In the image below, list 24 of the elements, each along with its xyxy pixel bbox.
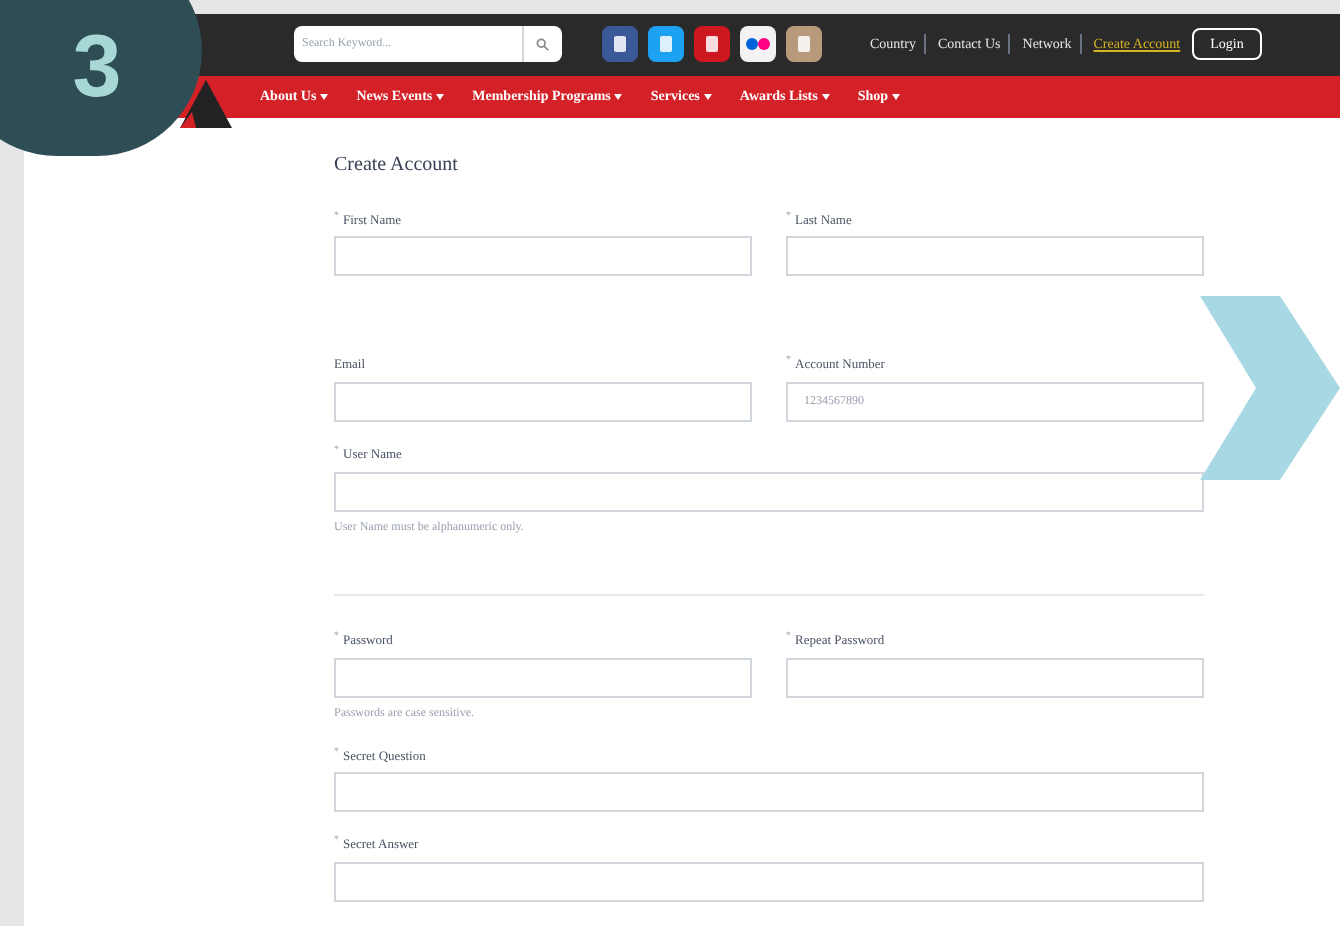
chevron-icon: [1200, 296, 1340, 480]
search-icon: [536, 37, 550, 52]
social-icon[interactable]: [740, 26, 776, 63]
search-button[interactable]: [522, 26, 562, 63]
input-field[interactable]: [334, 657, 752, 698]
caret-icon: [703, 93, 712, 100]
social-icon[interactable]: [694, 26, 730, 63]
input-field[interactable]: [786, 657, 1204, 698]
social-icon[interactable]: [648, 26, 684, 63]
input-field[interactable]: [334, 862, 1204, 903]
input-field[interactable]: [334, 471, 1204, 512]
step-badge: 3: [0, 0, 202, 156]
caret-icon: [614, 93, 623, 100]
caret-icon: [821, 93, 830, 100]
input-field[interactable]: [334, 772, 1204, 813]
input-field[interactable]: [334, 382, 752, 423]
input-field[interactable]: [334, 236, 752, 277]
caret-icon: [436, 93, 445, 100]
social-icon[interactable]: [602, 26, 638, 63]
caret-icon: [892, 93, 901, 100]
form-title: Create Account: [334, 151, 460, 180]
input-field[interactable]: [786, 236, 1204, 277]
social-icon[interactable]: [786, 26, 822, 63]
caret-icon: [320, 93, 329, 100]
